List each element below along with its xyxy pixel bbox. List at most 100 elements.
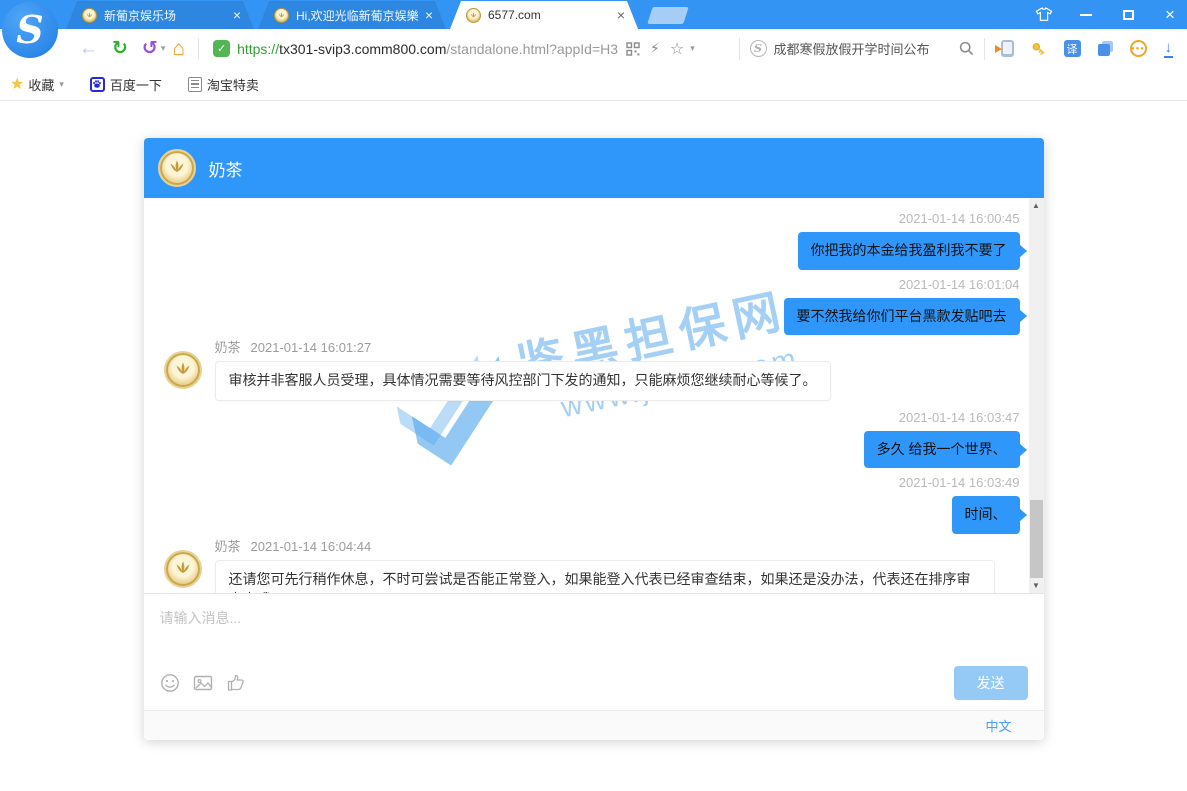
image-upload-icon[interactable] [193, 673, 213, 693]
url-text[interactable]: https://tx301-svip3.comm800.com/standalo… [237, 41, 618, 57]
list-icon [188, 77, 202, 92]
chat-input-area: 发送 [144, 593, 1044, 710]
favorites-star-icon: ★ [10, 74, 24, 94]
security-shield-icon[interactable]: ✓ [213, 40, 230, 57]
search-suggestion-text[interactable]: 成都寒假放假开学时间公布 [774, 39, 959, 58]
message-timestamp: 2021-01-14 16:03:47 [899, 410, 1020, 425]
tab-close-icon[interactable]: × [614, 8, 628, 22]
quick-action-lightning-icon[interactable]: ⚡ [650, 40, 660, 57]
bookmark-taobao[interactable]: 淘宝特卖 [188, 75, 259, 94]
user-message-bubble: 你把我的本金给我盈利我不要了 [798, 232, 1020, 270]
message-list: 2021-01-14 16:00:45 你把我的本金给我盈利我不要了 2021-… [144, 198, 1044, 593]
scroll-up-icon[interactable]: ▲ [1029, 198, 1044, 213]
tab-xinpujing[interactable]: 新葡京娱乐场 × [66, 1, 254, 29]
undo-dropdown-icon[interactable]: ▾ [161, 43, 166, 54]
bookmark-label: 百度一下 [110, 75, 162, 94]
tab-favicon-gold-icon [82, 8, 97, 23]
divider [198, 38, 199, 60]
tab-close-icon[interactable]: × [230, 8, 244, 22]
tab-favicon-gold-icon [466, 8, 481, 23]
message-area: 鉴黑担保网 www.jhdb8.com 2021-01-14 16:00:45 … [144, 198, 1044, 593]
download-icon[interactable]: ↓ [1164, 40, 1174, 58]
toolbar-extensions: 译 ●●● ↓ [991, 40, 1187, 58]
tab-strip: 新葡京娱乐场 × Hi,欢迎光临新葡京娱樂 × 6577.com × [66, 0, 686, 29]
thumbs-up-icon[interactable] [226, 673, 246, 693]
more-options-icon[interactable]: ●●● [1130, 40, 1147, 57]
divider [739, 38, 740, 60]
undo-button-icon[interactable]: ↺ [142, 39, 158, 58]
message-timestamp: 2021-01-14 16:04:44 [251, 539, 372, 554]
send-to-phone-icon[interactable] [1001, 40, 1014, 57]
favorite-dropdown-icon[interactable]: ▾ [690, 43, 695, 54]
agent-avatar-icon [164, 550, 202, 588]
tab-welcome[interactable]: Hi,欢迎光临新葡京娱樂 × [258, 1, 446, 29]
emoji-icon[interactable] [160, 673, 180, 693]
window-close-button[interactable]: × [1161, 6, 1179, 24]
search-engine-icon[interactable]: S [750, 40, 767, 57]
user-message-bubble: 时间、 [952, 496, 1020, 534]
url-protocol: https:// [237, 41, 279, 57]
bookmark-baidu[interactable]: 百度一下 [90, 75, 162, 94]
tab-favicon-gold-icon [274, 8, 289, 23]
favorites-menu[interactable]: ★ 收藏 ▾ [10, 74, 64, 94]
favorites-dropdown-icon: ▾ [59, 79, 64, 90]
bookmarks-bar: ★ 收藏 ▾ 百度一下 淘宝特卖 [0, 68, 1187, 101]
message-timestamp: 2021-01-14 16:00:45 [899, 211, 1020, 226]
browser-titlebar: S 新葡京娱乐场 × Hi,欢迎光临新葡京娱樂 × 6577.com × × [0, 0, 1187, 29]
agent-avatar-icon [158, 149, 196, 187]
add-favorite-star-icon[interactable]: ☆ [670, 39, 684, 59]
new-tab-button[interactable] [647, 7, 689, 24]
chat-header: 奶茶 [144, 138, 1044, 198]
agent-message-row: 奶茶 2021-01-14 16:01:27 审核并非客服人员受理，具体情况需要等… [164, 337, 1020, 401]
translate-icon[interactable]: 译 [1064, 40, 1081, 57]
agent-message-bubble: 审核并非客服人员受理，具体情况需要等待风控部门下发的通知，只能麻烦您继续耐心等候… [215, 361, 831, 401]
back-button-icon[interactable]: ← [79, 39, 98, 58]
tab-title: 6577.com [488, 8, 614, 22]
search-icon[interactable] [959, 41, 974, 56]
collection-icon[interactable] [1098, 41, 1113, 56]
maximize-button[interactable] [1119, 6, 1137, 24]
refresh-button-icon[interactable]: ↻ [112, 39, 128, 58]
message-timestamp: 2021-01-14 16:01:04 [899, 277, 1020, 292]
scroll-down-icon[interactable]: ▼ [1029, 578, 1044, 593]
favorites-label: 收藏 [28, 75, 54, 94]
minimize-button[interactable] [1077, 6, 1095, 24]
scrollbar-thumb[interactable] [1030, 500, 1043, 578]
home-button-icon[interactable]: ⌂ [172, 38, 185, 59]
agent-avatar-icon [164, 351, 202, 389]
divider [984, 38, 985, 60]
tab-6577-active[interactable]: 6577.com × [450, 1, 638, 29]
chat-footer: 中文 [144, 710, 1044, 740]
language-link[interactable]: 中文 [985, 716, 1011, 735]
agent-message-bubble: 还请您可先行稍作休息，不时可尝试是否能正常登入，如果能登入代表已经审查结束，如果… [215, 560, 995, 593]
chat-agent-name: 奶茶 [209, 156, 243, 181]
address-bar[interactable]: ✓ https://tx301-svip3.comm800.com/standa… [205, 39, 732, 59]
password-key-icon[interactable] [1031, 41, 1047, 57]
sogou-browser-logo-icon[interactable]: S [2, 2, 58, 58]
skin-tshirt-icon[interactable] [1035, 6, 1053, 24]
bookmark-label: 淘宝特卖 [207, 75, 259, 94]
tab-title: 新葡京娱乐场 [104, 7, 230, 24]
send-button[interactable]: 发送 [954, 666, 1028, 700]
baidu-paw-icon [90, 77, 105, 92]
agent-message-row: 奶茶 2021-01-14 16:04:44 还请您可先行稍作休息，不时可尝试是否… [164, 536, 1020, 593]
url-host: tx301-svip3.comm800.com [279, 41, 446, 57]
qr-code-icon[interactable] [626, 42, 640, 56]
page-content: 奶茶 鉴黑担保网 www.jhdb8.com 2021-01-14 16:00:… [0, 138, 1187, 791]
message-timestamp: 2021-01-14 16:03:49 [899, 475, 1020, 490]
url-path: /standalone.html?appId=H3 [446, 41, 618, 57]
tab-title: Hi,欢迎光临新葡京娱樂 [296, 7, 422, 24]
chat-window: 奶茶 鉴黑担保网 www.jhdb8.com 2021-01-14 16:00:… [144, 138, 1044, 740]
user-message-bubble: 多久 给我一个世界、 [864, 431, 1020, 469]
agent-name: 奶茶 [215, 539, 241, 554]
search-box[interactable]: S 成都寒假放假开学时间公布 [746, 39, 978, 58]
tab-close-icon[interactable]: × [422, 8, 436, 22]
agent-name: 奶茶 [215, 340, 241, 355]
message-timestamp: 2021-01-14 16:01:27 [251, 340, 372, 355]
window-controls: × [1035, 0, 1179, 29]
browser-toolbar: ← ↻ ↺ ▾ ⌂ ✓ https://tx301-svip3.comm800.… [0, 29, 1187, 68]
user-message-bubble: 要不然我给你们平台黑款发贴吧去 [784, 298, 1020, 336]
message-input[interactable] [144, 594, 984, 646]
input-toolbar: 发送 [144, 666, 1044, 700]
chat-scrollbar[interactable]: ▲ ▼ [1029, 198, 1044, 593]
